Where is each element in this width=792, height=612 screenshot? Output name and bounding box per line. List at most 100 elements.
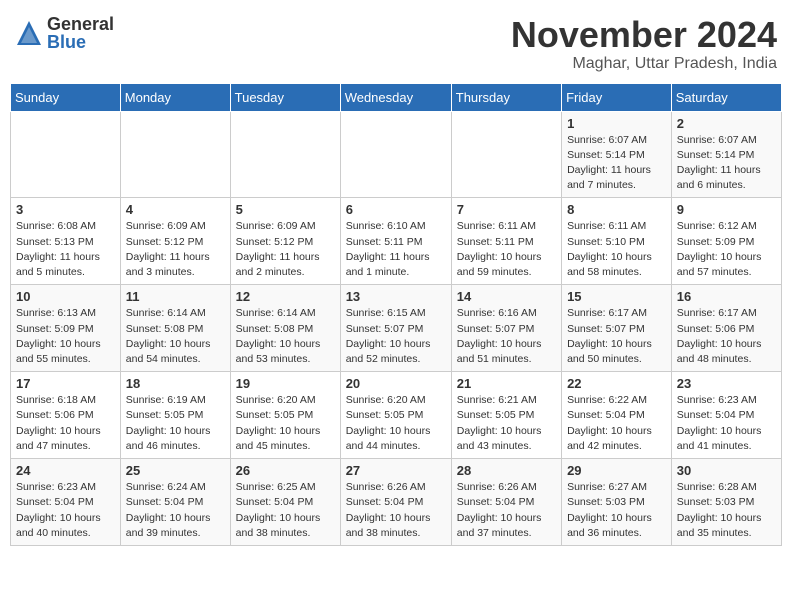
day-number: 24 bbox=[16, 463, 115, 478]
day-info-text: Sunrise: 6:17 AM Sunset: 5:07 PM Dayligh… bbox=[567, 306, 666, 367]
weekday-header-thursday: Thursday bbox=[451, 83, 561, 111]
weekday-header-wednesday: Wednesday bbox=[340, 83, 451, 111]
day-info-text: Sunrise: 6:13 AM Sunset: 5:09 PM Dayligh… bbox=[16, 306, 115, 367]
day-info-text: Sunrise: 6:15 AM Sunset: 5:07 PM Dayligh… bbox=[346, 306, 446, 367]
day-number: 17 bbox=[16, 376, 115, 391]
day-number: 20 bbox=[346, 376, 446, 391]
day-number: 27 bbox=[346, 463, 446, 478]
day-info-text: Sunrise: 6:20 AM Sunset: 5:05 PM Dayligh… bbox=[346, 393, 446, 454]
calendar-day-cell: 8 Sunrise: 6:11 AM Sunset: 5:10 PM Daylig… bbox=[562, 198, 672, 285]
day-info-text: Sunrise: 6:12 AM Sunset: 5:09 PM Dayligh… bbox=[677, 219, 776, 280]
calendar-week-row: 10 Sunrise: 6:13 AM Sunset: 5:09 PM Dayli… bbox=[11, 285, 782, 372]
calendar-empty-cell bbox=[11, 111, 121, 198]
day-number: 6 bbox=[346, 202, 446, 217]
day-info-text: Sunrise: 6:08 AM Sunset: 5:13 PM Dayligh… bbox=[16, 219, 115, 280]
day-number: 2 bbox=[677, 116, 776, 131]
day-info-text: Sunrise: 6:23 AM Sunset: 5:04 PM Dayligh… bbox=[16, 480, 115, 541]
day-info-text: Sunrise: 6:20 AM Sunset: 5:05 PM Dayligh… bbox=[236, 393, 335, 454]
calendar-week-row: 1 Sunrise: 6:07 AM Sunset: 5:14 PM Daylig… bbox=[11, 111, 782, 198]
calendar-day-cell: 5 Sunrise: 6:09 AM Sunset: 5:12 PM Daylig… bbox=[230, 198, 340, 285]
day-number: 4 bbox=[126, 202, 225, 217]
calendar-day-cell: 2 Sunrise: 6:07 AM Sunset: 5:14 PM Daylig… bbox=[671, 111, 781, 198]
day-number: 25 bbox=[126, 463, 225, 478]
day-info-text: Sunrise: 6:18 AM Sunset: 5:06 PM Dayligh… bbox=[16, 393, 115, 454]
day-info-text: Sunrise: 6:28 AM Sunset: 5:03 PM Dayligh… bbox=[677, 480, 776, 541]
calendar-day-cell: 19 Sunrise: 6:20 AM Sunset: 5:05 PM Dayli… bbox=[230, 372, 340, 459]
day-info-text: Sunrise: 6:27 AM Sunset: 5:03 PM Dayligh… bbox=[567, 480, 666, 541]
day-number: 23 bbox=[677, 376, 776, 391]
calendar-empty-cell bbox=[451, 111, 561, 198]
logo-icon bbox=[15, 19, 43, 47]
calendar-day-cell: 16 Sunrise: 6:17 AM Sunset: 5:06 PM Dayli… bbox=[671, 285, 781, 372]
day-number: 21 bbox=[457, 376, 556, 391]
logo-blue-text: Blue bbox=[47, 33, 114, 51]
calendar-day-cell: 15 Sunrise: 6:17 AM Sunset: 5:07 PM Dayli… bbox=[562, 285, 672, 372]
day-number: 15 bbox=[567, 289, 666, 304]
day-number: 1 bbox=[567, 116, 666, 131]
calendar-day-cell: 1 Sunrise: 6:07 AM Sunset: 5:14 PM Daylig… bbox=[562, 111, 672, 198]
weekday-header-monday: Monday bbox=[120, 83, 230, 111]
page-header: General Blue November 2024 Maghar, Uttar… bbox=[10, 10, 782, 73]
calendar-table: SundayMondayTuesdayWednesdayThursdayFrid… bbox=[10, 83, 782, 546]
day-number: 9 bbox=[677, 202, 776, 217]
calendar-week-row: 3Sunrise: 6:08 AM Sunset: 5:13 PM Daylig… bbox=[11, 198, 782, 285]
calendar-day-cell: 23 Sunrise: 6:23 AM Sunset: 5:04 PM Dayli… bbox=[671, 372, 781, 459]
day-number: 13 bbox=[346, 289, 446, 304]
day-number: 10 bbox=[16, 289, 115, 304]
day-info-text: Sunrise: 6:26 AM Sunset: 5:04 PM Dayligh… bbox=[457, 480, 556, 541]
day-info-text: Sunrise: 6:23 AM Sunset: 5:04 PM Dayligh… bbox=[677, 393, 776, 454]
day-info-text: Sunrise: 6:07 AM Sunset: 5:14 PM Dayligh… bbox=[677, 133, 776, 194]
day-info-text: Sunrise: 6:16 AM Sunset: 5:07 PM Dayligh… bbox=[457, 306, 556, 367]
calendar-day-cell: 10 Sunrise: 6:13 AM Sunset: 5:09 PM Dayli… bbox=[11, 285, 121, 372]
calendar-week-row: 24 Sunrise: 6:23 AM Sunset: 5:04 PM Dayli… bbox=[11, 459, 782, 546]
month-title: November 2024 bbox=[511, 15, 777, 55]
weekday-header-sunday: Sunday bbox=[11, 83, 121, 111]
day-number: 5 bbox=[236, 202, 335, 217]
calendar-day-cell: 14 Sunrise: 6:16 AM Sunset: 5:07 PM Dayli… bbox=[451, 285, 561, 372]
day-info-text: Sunrise: 6:07 AM Sunset: 5:14 PM Dayligh… bbox=[567, 133, 666, 194]
weekday-header-friday: Friday bbox=[562, 83, 672, 111]
calendar-day-cell: 18Sunrise: 6:19 AM Sunset: 5:05 PM Dayli… bbox=[120, 372, 230, 459]
day-info-text: Sunrise: 6:19 AM Sunset: 5:05 PM Dayligh… bbox=[126, 393, 225, 454]
day-number: 8 bbox=[567, 202, 666, 217]
calendar-day-cell: 30Sunrise: 6:28 AM Sunset: 5:03 PM Dayli… bbox=[671, 459, 781, 546]
calendar-day-cell: 21 Sunrise: 6:21 AM Sunset: 5:05 PM Dayli… bbox=[451, 372, 561, 459]
title-block: November 2024 Maghar, Uttar Pradesh, Ind… bbox=[511, 15, 777, 73]
day-info-text: Sunrise: 6:09 AM Sunset: 5:12 PM Dayligh… bbox=[126, 219, 225, 280]
day-number: 7 bbox=[457, 202, 556, 217]
day-number: 11 bbox=[126, 289, 225, 304]
calendar-day-cell: 28 Sunrise: 6:26 AM Sunset: 5:04 PM Dayli… bbox=[451, 459, 561, 546]
logo-text: General Blue bbox=[47, 15, 114, 51]
calendar-day-cell: 27Sunrise: 6:26 AM Sunset: 5:04 PM Dayli… bbox=[340, 459, 451, 546]
day-number: 26 bbox=[236, 463, 335, 478]
day-info-text: Sunrise: 6:25 AM Sunset: 5:04 PM Dayligh… bbox=[236, 480, 335, 541]
calendar-empty-cell bbox=[230, 111, 340, 198]
weekday-header-saturday: Saturday bbox=[671, 83, 781, 111]
day-number: 12 bbox=[236, 289, 335, 304]
day-info-text: Sunrise: 6:10 AM Sunset: 5:11 PM Dayligh… bbox=[346, 219, 446, 280]
calendar-day-cell: 3Sunrise: 6:08 AM Sunset: 5:13 PM Daylig… bbox=[11, 198, 121, 285]
day-info-text: Sunrise: 6:21 AM Sunset: 5:05 PM Dayligh… bbox=[457, 393, 556, 454]
day-info-text: Sunrise: 6:11 AM Sunset: 5:11 PM Dayligh… bbox=[457, 219, 556, 280]
calendar-week-row: 17 Sunrise: 6:18 AM Sunset: 5:06 PM Dayli… bbox=[11, 372, 782, 459]
day-info-text: Sunrise: 6:22 AM Sunset: 5:04 PM Dayligh… bbox=[567, 393, 666, 454]
logo: General Blue bbox=[15, 15, 114, 51]
day-number: 14 bbox=[457, 289, 556, 304]
day-info-text: Sunrise: 6:24 AM Sunset: 5:04 PM Dayligh… bbox=[126, 480, 225, 541]
calendar-day-cell: 7 Sunrise: 6:11 AM Sunset: 5:11 PM Daylig… bbox=[451, 198, 561, 285]
day-number: 16 bbox=[677, 289, 776, 304]
calendar-day-cell: 24 Sunrise: 6:23 AM Sunset: 5:04 PM Dayli… bbox=[11, 459, 121, 546]
day-info-text: Sunrise: 6:14 AM Sunset: 5:08 PM Dayligh… bbox=[126, 306, 225, 367]
day-info-text: Sunrise: 6:09 AM Sunset: 5:12 PM Dayligh… bbox=[236, 219, 335, 280]
calendar-day-cell: 29Sunrise: 6:27 AM Sunset: 5:03 PM Dayli… bbox=[562, 459, 672, 546]
day-info-text: Sunrise: 6:11 AM Sunset: 5:10 PM Dayligh… bbox=[567, 219, 666, 280]
calendar-day-cell: 11 Sunrise: 6:14 AM Sunset: 5:08 PM Dayli… bbox=[120, 285, 230, 372]
calendar-day-cell: 4 Sunrise: 6:09 AM Sunset: 5:12 PM Daylig… bbox=[120, 198, 230, 285]
location-text: Maghar, Uttar Pradesh, India bbox=[511, 55, 777, 73]
weekday-header-row: SundayMondayTuesdayWednesdayThursdayFrid… bbox=[11, 83, 782, 111]
calendar-day-cell: 25 Sunrise: 6:24 AM Sunset: 5:04 PM Dayli… bbox=[120, 459, 230, 546]
day-number: 28 bbox=[457, 463, 556, 478]
day-number: 19 bbox=[236, 376, 335, 391]
calendar-day-cell: 17 Sunrise: 6:18 AM Sunset: 5:06 PM Dayli… bbox=[11, 372, 121, 459]
day-info-text: Sunrise: 6:17 AM Sunset: 5:06 PM Dayligh… bbox=[677, 306, 776, 367]
